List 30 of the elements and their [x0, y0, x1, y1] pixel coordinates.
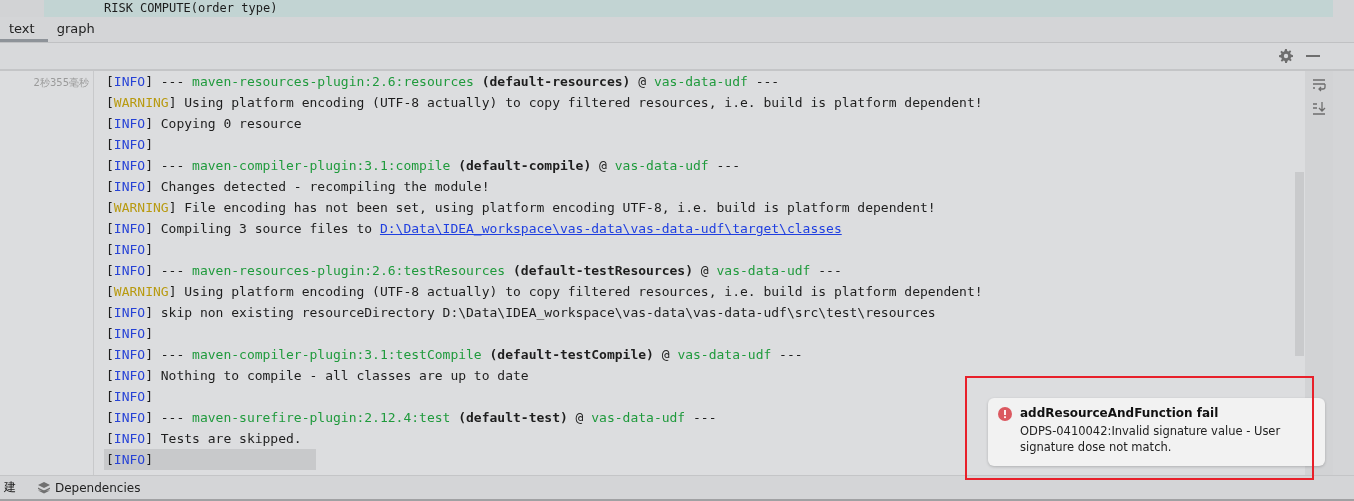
layers-icon [38, 481, 50, 494]
log-line: [INFO] Tests are skipped. [106, 430, 302, 448]
build-tab[interactable]: 建 [0, 479, 20, 496]
soft-wrap-icon[interactable] [1312, 78, 1326, 92]
log-line: [INFO] --- maven-compiler-plugin:3.1:compile (default-compile) @ vas-data-udf --- [106, 157, 740, 175]
log-line: [WARNING] Using platform encoding (UTF-8 actually) to copy filtered resources, i.e. build is platform dependent! [106, 283, 983, 301]
log-line: [INFO] [106, 388, 153, 406]
elapsed-time: 2秒355毫秒 [33, 76, 89, 90]
log-line: [WARNING] File encoding has not been set, using platform encoding UTF-8, i.e. build is platform dependent! [106, 199, 936, 217]
path-link[interactable]: D:\Data\IDEA_workspace\vas-data\vas-data-udf\target\classes [379, 221, 842, 236]
log-line: [INFO] [106, 325, 153, 343]
log-line: [INFO] Copying 0 resource [106, 115, 302, 133]
log-line: [INFO] [106, 241, 153, 259]
error-icon [998, 407, 1012, 421]
log-line: [WARNING] Using platform encoding (UTF-8 actually) to copy filtered resources, i.e. build is platform dependent! [106, 94, 983, 112]
notification-title: addResourceAndFunction fail [1020, 406, 1220, 420]
log-line: [INFO] --- maven-surefire-plugin:2.12.4:test (default-test) @ vas-data-udf --- [106, 409, 717, 427]
log-line: [INFO] --- maven-resources-plugin:2.6:testResources (default-testResources) @ vas-data-udf --- [106, 262, 842, 280]
log-line: [INFO] Nothing to compile - all classes are up to date [106, 367, 529, 385]
settings-icon[interactable] [1279, 49, 1293, 63]
tab[interactable]: graph [47, 17, 108, 42]
scroll-to-end-icon[interactable] [1312, 101, 1326, 115]
log-line: [INFO] Changes detected - recompiling the module! [106, 178, 490, 196]
log-line: [INFO] --- maven-compiler-plugin:3.1:testCompile (default-testCompile) @ vas-data-udf --- [106, 346, 803, 364]
log-line: [INFO] Compiling 3 source files to D:\Data\IDEA_workspace\vas-data\vas-data-udf\target\classes [106, 220, 842, 238]
log-line: [INFO] --- maven-resources-plugin:2.6:resources (default-resources) @ vas-data-udf --- [106, 73, 780, 91]
log-line: [INFO] skip non existing resourceDirectory D:\Data\IDEA_workspace\vas-data\vas-data-udf\src\test\resources [106, 304, 936, 322]
notification-message: ODPS-0410042:Invalid signature value - User signature dose not match. [1020, 423, 1282, 455]
log-line: [INFO] [106, 136, 153, 154]
dependencies-tab[interactable]: Dependencies [34, 480, 145, 495]
